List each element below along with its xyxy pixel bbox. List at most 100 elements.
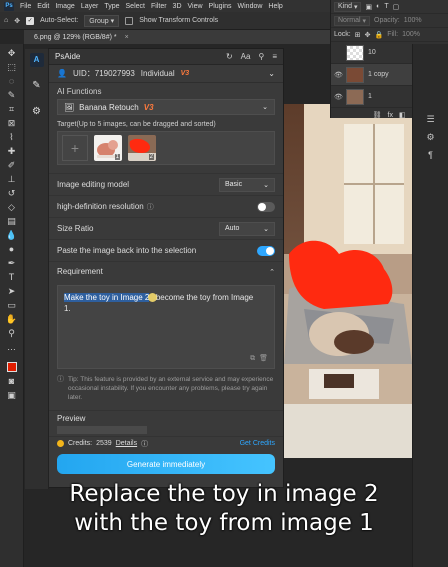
model-select[interactable]: Basic ⌄	[219, 177, 275, 192]
eye-icon[interactable]: 👁	[334, 71, 343, 79]
get-credits-link[interactable]: Get Credits	[240, 440, 275, 447]
filter-pixel-icon[interactable]: ▣	[365, 3, 372, 11]
menu-window[interactable]: Window	[238, 3, 263, 10]
properties-panel-icon[interactable]: ⚙	[425, 132, 437, 142]
edit-icon[interactable]: ✎	[30, 79, 44, 93]
pen-tool-icon[interactable]: ✒	[5, 258, 19, 268]
add-image-button[interactable]: +	[62, 135, 88, 161]
hand-tool-icon[interactable]: ✋	[5, 314, 19, 324]
stamp-tool-icon[interactable]: ⊥	[5, 174, 19, 184]
quick-select-tool-icon[interactable]: ✎	[5, 90, 19, 100]
filter-shape-icon[interactable]: ▢	[393, 3, 400, 11]
refresh-icon[interactable]: ↻	[226, 52, 233, 61]
target-images-box[interactable]: + 1 2	[57, 131, 275, 165]
show-transform-checkbox[interactable]	[125, 16, 134, 25]
move-tool-icon[interactable]: ✥	[5, 48, 19, 58]
marquee-tool-icon[interactable]: ⬚	[5, 62, 19, 72]
font-size-icon[interactable]: Aa	[241, 52, 251, 61]
dodge-tool-icon[interactable]: ●	[5, 244, 19, 254]
lock-position-icon[interactable]: ✥	[365, 31, 371, 39]
paragraph-panel-icon[interactable]: ¶	[425, 150, 437, 160]
history-panel-icon[interactable]: ☰	[425, 114, 437, 124]
quick-mask-icon[interactable]: ◙	[5, 376, 19, 386]
menu-edit[interactable]: Edit	[37, 3, 49, 10]
move-tool-icon[interactable]: ✥	[14, 17, 20, 25]
size-ratio-select[interactable]: Auto ⌄	[219, 221, 275, 236]
lock-all-icon[interactable]: 🔒	[374, 31, 383, 39]
close-tab-icon[interactable]: ×	[125, 34, 129, 41]
zoom-tool-icon[interactable]: ⚲	[5, 328, 19, 338]
add-mask-icon[interactable]: ◧	[399, 111, 406, 119]
generate-button[interactable]: Generate immediately	[57, 454, 275, 474]
target-section: Target(Up to 5 images, can be dragged an…	[49, 119, 283, 169]
target-image[interactable]: 1	[94, 135, 122, 161]
menu-plugins[interactable]: Plugins	[209, 3, 232, 10]
chevron-down-icon[interactable]: ⌄	[268, 69, 275, 78]
eraser-tool-icon[interactable]: ◇	[5, 202, 19, 212]
canvas-image[interactable]	[284, 104, 412, 458]
lock-pixels-icon[interactable]: ⊞	[355, 31, 361, 39]
more-tools-icon[interactable]: …	[5, 342, 19, 352]
screen-mode-icon[interactable]: ▣	[5, 390, 19, 400]
requirement-text-line2: 1.	[64, 304, 71, 313]
lasso-tool-icon[interactable]: ◌	[5, 76, 19, 86]
chevron-up-icon[interactable]: ⌃	[269, 268, 275, 276]
ai-function-select[interactable]: 🖼 Banana Retouch V3 ⌄	[57, 99, 275, 115]
trash-icon[interactable]: 🗑	[259, 353, 268, 364]
settings-icon[interactable]: ⚙	[30, 105, 44, 119]
kind-filter-select[interactable]: Kind ▾	[334, 1, 362, 12]
filter-adjust-icon[interactable]: ◐	[376, 3, 380, 10]
crop-tool-icon[interactable]: ⌗	[5, 104, 19, 114]
image-number: 1	[114, 154, 120, 160]
home-icon[interactable]: ⌂	[4, 17, 8, 24]
fx-icon[interactable]: fx	[388, 112, 393, 119]
psaide-app-icon[interactable]: A	[29, 53, 44, 67]
brush-tool-icon[interactable]: ✐	[5, 160, 19, 170]
document-tab[interactable]: 6.png @ 129% (RGB/8#) * ×	[24, 30, 330, 44]
paste-back-toggle[interactable]	[257, 245, 275, 256]
eyedropper-tool-icon[interactable]: ⌇	[5, 132, 19, 142]
requirement-textarea[interactable]: Make the toy in Image 2 become the toy f…	[57, 285, 275, 369]
healing-tool-icon[interactable]: ✚	[5, 146, 19, 156]
eye-icon[interactable]: 👁	[334, 93, 343, 101]
group-select[interactable]: Group ▾	[84, 14, 120, 27]
menu-3d[interactable]: 3D	[173, 3, 182, 10]
caption-line-2: with the toy from image 1	[74, 510, 374, 536]
menu-icon[interactable]: ≡	[272, 52, 277, 61]
account-row[interactable]: 👤 UID：719027993 Individual V3 ⌄	[49, 65, 283, 83]
info-icon[interactable]: ⓘ	[141, 439, 148, 449]
type-tool-icon[interactable]: T	[5, 272, 19, 282]
pin-icon[interactable]: ⚲	[258, 52, 264, 61]
menu-select[interactable]: Select	[126, 3, 145, 10]
gradient-tool-icon[interactable]: ▤	[5, 216, 19, 226]
foreground-color-swatch[interactable]	[6, 362, 17, 372]
menu-image[interactable]: Image	[55, 3, 74, 10]
info-icon[interactable]: ⓘ	[147, 202, 154, 212]
requirement-header[interactable]: Requirement ⌃	[49, 261, 283, 281]
menu-type[interactable]: Type	[104, 3, 119, 10]
chevron-down-icon: ⌄	[263, 181, 269, 189]
link-layers-icon[interactable]: ⛓	[373, 111, 382, 119]
size-ratio-label: Size Ratio	[57, 224, 94, 233]
layers-lock-row: Lock: ⊞ ✥ 🔒 Fill: 100%	[331, 28, 448, 42]
menu-view[interactable]: View	[188, 3, 203, 10]
history-icon[interactable]: ⧉	[250, 353, 255, 364]
target-image[interactable]: 2	[128, 135, 156, 161]
opacity-value[interactable]: 100%	[404, 17, 422, 24]
hd-toggle[interactable]	[257, 201, 275, 212]
history-brush-icon[interactable]: ↺	[5, 188, 19, 198]
menu-filter[interactable]: Filter	[151, 3, 167, 10]
auto-select-checkbox[interactable]: ✓	[26, 16, 35, 25]
fill-value[interactable]: 100%	[402, 31, 420, 38]
path-select-tool-icon[interactable]: ➤	[5, 286, 19, 296]
menu-help[interactable]: Help	[268, 3, 282, 10]
menu-layer[interactable]: Layer	[81, 3, 99, 10]
frame-tool-icon[interactable]: ⊠	[5, 118, 19, 128]
details-link[interactable]: Details	[116, 440, 137, 447]
blend-mode-select[interactable]: Normal ▾	[334, 15, 371, 26]
requirement-text: become the toy from Image	[155, 293, 254, 302]
filter-type-icon[interactable]: T	[384, 3, 388, 10]
shape-tool-icon[interactable]: ▭	[5, 300, 19, 310]
blur-tool-icon[interactable]: 💧	[5, 230, 19, 240]
menu-file[interactable]: File	[20, 3, 31, 10]
